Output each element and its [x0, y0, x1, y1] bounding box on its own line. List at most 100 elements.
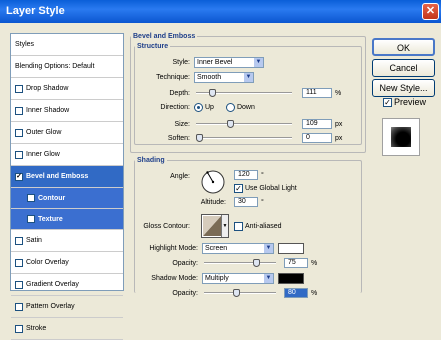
- preview-toggle[interactable]: ✓ Preview: [383, 97, 426, 107]
- sidebar-item-drop-shadow[interactable]: Drop Shadow: [11, 78, 123, 100]
- chevron-down-icon: ▼: [254, 58, 263, 67]
- direction-down-radio[interactable]: [225, 103, 235, 112]
- close-icon[interactable]: ✕: [422, 3, 439, 20]
- technique-label: Technique:: [156, 74, 190, 81]
- sidebar-item-color-overlay[interactable]: Color Overlay: [11, 252, 123, 274]
- sidebar-checkbox[interactable]: [15, 236, 23, 245]
- shadow-opacity-unit: %: [311, 289, 318, 297]
- sidebar-checkbox[interactable]: [15, 128, 23, 137]
- depth-slider[interactable]: [196, 89, 292, 97]
- highlight-opacity-thumb[interactable]: [252, 259, 260, 267]
- highlight-opacity-slider[interactable]: [204, 259, 276, 267]
- sidebar-item-label: Gradient Overlay: [26, 281, 79, 288]
- new-style-button[interactable]: New Style...: [372, 79, 435, 97]
- sidebar-item-label: Inner Glow: [26, 151, 60, 158]
- preview-label: Preview: [394, 97, 427, 107]
- structure-title: Structure: [137, 43, 169, 50]
- chevron-down-icon: ▼: [264, 274, 273, 283]
- sidebar-checkbox[interactable]: [15, 106, 23, 115]
- shadow-mode-label: Shadow Mode:: [151, 275, 198, 282]
- size-slider-thumb[interactable]: [227, 120, 235, 128]
- sidebar-checkbox[interactable]: [15, 84, 23, 93]
- direction-label: Direction:: [160, 104, 190, 111]
- sidebar-item-label: Styles: [15, 41, 35, 48]
- soften-slider-thumb[interactable]: [196, 134, 203, 142]
- highlight-opacity-unit: %: [311, 259, 318, 267]
- sidebar-item-outer-glow[interactable]: Outer Glow: [11, 122, 123, 144]
- preview-checkbox[interactable]: ✓: [383, 97, 392, 107]
- bevel-emboss-title: Bevel and Emboss: [133, 33, 196, 40]
- technique-select[interactable]: Smooth ▼: [194, 72, 254, 83]
- style-select[interactable]: Inner Bevel ▼: [194, 57, 264, 68]
- size-label: Size:: [174, 120, 190, 128]
- highlight-mode-label: Highlight Mode:: [149, 245, 198, 252]
- chevron-down-icon: ▼: [244, 73, 253, 82]
- sidebar-item-pattern-overlay[interactable]: Pattern Overlay: [11, 296, 123, 318]
- sidebar-checkbox[interactable]: [15, 324, 23, 333]
- shadow-mode-select[interactable]: Multiply ▼: [202, 273, 274, 284]
- chevron-down-icon: ▼: [221, 215, 228, 237]
- preview-swatch: [391, 127, 411, 147]
- contour-preview-icon: [203, 216, 221, 236]
- sidebar-checkbox[interactable]: [15, 258, 23, 267]
- sidebar-item-styles[interactable]: Styles: [11, 34, 123, 56]
- highlight-mode-value: Screen: [205, 245, 228, 252]
- altitude-unit: °: [261, 198, 264, 206]
- sidebar-item-label: Pattern Overlay: [26, 303, 75, 310]
- angle-label: Angle:: [170, 173, 190, 180]
- sidebar-checkbox[interactable]: ✓: [15, 172, 23, 181]
- soften-label: Soften:: [167, 134, 190, 142]
- highlight-mode-select[interactable]: Screen ▼: [202, 243, 274, 254]
- sidebar-item-inner-shadow[interactable]: Inner Shadow: [11, 100, 123, 122]
- size-input[interactable]: 109: [302, 119, 332, 129]
- styles-list: Styles Blending Options: Default Drop Shad…: [10, 33, 124, 340]
- sidebar-checkbox[interactable]: [15, 280, 23, 289]
- shading-title: Shading: [137, 157, 165, 164]
- anti-aliased-label: Anti-aliased: [245, 223, 282, 230]
- highlight-color-swatch[interactable]: [278, 243, 304, 254]
- window-title-bar: Layer Style ✕: [0, 0, 441, 23]
- sidebar-item-blending-options-default[interactable]: Blending Options: Default: [11, 56, 123, 78]
- sidebar-item-contour[interactable]: Contour: [11, 188, 123, 209]
- shadow-color-swatch[interactable]: [278, 273, 304, 284]
- direction-up-label: Up: [205, 104, 214, 111]
- highlight-opacity-label: Opacity:: [172, 259, 198, 267]
- gloss-contour-label: Gloss Contour:: [143, 223, 190, 230]
- ok-button[interactable]: OK: [372, 38, 435, 56]
- sidebar-item-inner-glow[interactable]: Inner Glow: [11, 144, 123, 166]
- sidebar-item-stroke[interactable]: Stroke: [11, 318, 123, 340]
- sidebar-checkbox[interactable]: [15, 150, 23, 159]
- style-value: Inner Bevel: [197, 59, 233, 66]
- soften-unit: px: [335, 134, 343, 142]
- shadow-opacity-label: Opacity:: [172, 289, 198, 297]
- sidebar-checkbox[interactable]: [27, 215, 35, 223]
- highlight-opacity-input[interactable]: 75: [284, 258, 308, 268]
- direction-down-label: Down: [236, 104, 255, 111]
- technique-value: Smooth: [197, 74, 222, 81]
- sidebar-item-satin[interactable]: Satin: [11, 230, 123, 252]
- soften-slider[interactable]: [196, 134, 292, 142]
- global-light-checkbox[interactable]: ✓: [234, 184, 243, 193]
- shadow-opacity-slider[interactable]: [204, 289, 276, 297]
- size-slider[interactable]: [196, 120, 292, 128]
- cancel-button[interactable]: Cancel: [372, 59, 435, 77]
- sidebar-item-label: Satin: [26, 237, 42, 244]
- sidebar-item-label: Outer Glow: [26, 129, 62, 136]
- sidebar-checkbox[interactable]: [27, 194, 35, 202]
- shadow-opacity-thumb[interactable]: [233, 289, 241, 297]
- gloss-contour-picker[interactable]: ▼: [201, 214, 229, 238]
- depth-slider-thumb[interactable]: [209, 89, 217, 97]
- soften-input[interactable]: 0: [302, 133, 332, 143]
- altitude-input[interactable]: 30: [234, 197, 258, 207]
- direction-up-radio[interactable]: [194, 103, 203, 112]
- shadow-mode-value: Multiply: [205, 275, 229, 282]
- depth-unit: %: [335, 89, 342, 97]
- anti-aliased-checkbox[interactable]: [234, 222, 243, 231]
- shadow-opacity-input[interactable]: 80: [284, 288, 308, 298]
- depth-input[interactable]: 111: [302, 88, 332, 98]
- sidebar-item-texture[interactable]: Texture: [11, 209, 123, 230]
- sidebar-checkbox[interactable]: [15, 302, 23, 311]
- sidebar-item-bevel-and-emboss[interactable]: ✓ Bevel and Emboss: [11, 166, 123, 188]
- angle-input[interactable]: 120: [234, 170, 258, 180]
- angle-dial[interactable]: [200, 169, 226, 195]
